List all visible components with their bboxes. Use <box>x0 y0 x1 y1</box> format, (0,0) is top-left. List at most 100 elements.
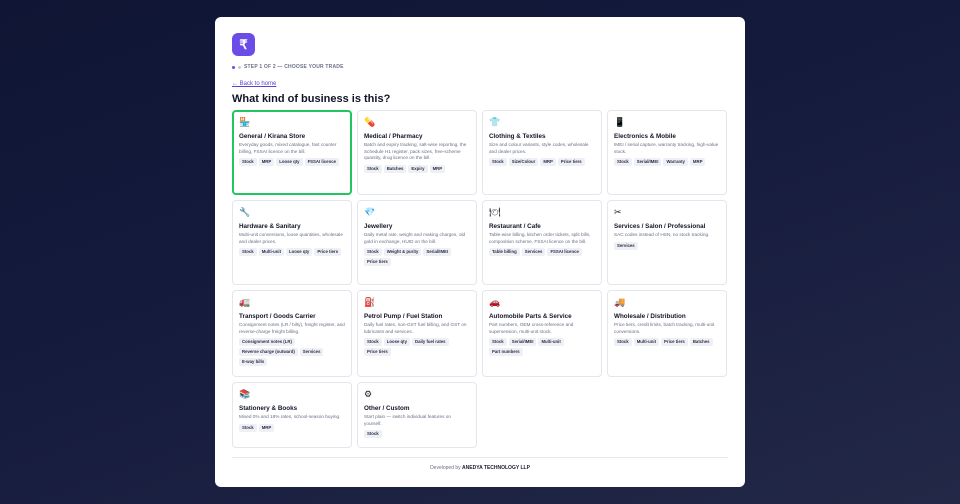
business-icon: 💎 <box>364 207 376 217</box>
feature-tag: Price tiers <box>364 348 391 357</box>
business-option-11[interactable]: 🚚 Wholesale / Distribution Price tiers, cr… <box>607 290 727 377</box>
feature-tags: Table billing Services FSSAI licence <box>489 248 595 257</box>
feature-tag: MRP <box>258 158 275 167</box>
business-name: Hardware & Sanitary <box>239 223 301 230</box>
business-description: Multi-unit conversions, loose quantities… <box>239 232 343 244</box>
business-name: Services / Salon / Professional <box>614 223 706 230</box>
feature-tags: Stock Size/Colour MRP Price tiers <box>489 158 595 167</box>
business-description: Consignment notes (LR / bilty), freight … <box>239 322 345 334</box>
footer: Developed by ANEDYA TECHNOLOGY LLP <box>232 457 728 471</box>
step-dot-active <box>232 65 235 69</box>
business-name: Electronics & Mobile <box>614 133 676 140</box>
business-type-grid: 🏪 General / Kirana Store Everyday goods, m… <box>232 110 728 448</box>
feature-tag: Warranty <box>663 158 688 167</box>
footer-company: ANEDYA TECHNOLOGY LLP <box>462 465 530 471</box>
back-to-home-link[interactable]: ← Back to home <box>232 81 728 87</box>
feature-tag: Loose qty <box>383 338 410 347</box>
business-name: General / Kirana Store <box>239 133 306 140</box>
business-option-13[interactable]: ⚙ Other / Custom Start plain — switch indi… <box>357 382 477 448</box>
business-name: Restaurant / Cafe <box>489 223 541 230</box>
business-option-5[interactable]: 💎 Jewellery Daily metal rate, weight and m… <box>357 200 477 285</box>
business-icon: 📚 <box>239 389 251 399</box>
footer-prefix: Developed by <box>430 465 461 471</box>
feature-tag: Multi-unit <box>258 248 285 257</box>
feature-tag: Stock <box>364 164 382 173</box>
feature-tag: Table billing <box>489 248 520 257</box>
feature-tag: Loose qty <box>276 158 303 167</box>
feature-tag: FSSAI licence <box>304 158 339 167</box>
business-description: IMEI / serial capture, warranty tracking… <box>614 142 719 154</box>
business-icon: 🚗 <box>489 297 501 307</box>
feature-tag: Stock <box>364 338 382 347</box>
business-option-2[interactable]: 👕 Clothing & Textiles Size and colour vari… <box>482 110 602 195</box>
business-option-12[interactable]: 📚 Stationery & Books Mixed 0% and 18% rate… <box>232 382 352 448</box>
business-icon: ⛽ <box>364 297 376 307</box>
business-name: Transport / Goods Carrier <box>239 313 316 320</box>
business-option-6[interactable]: 🍽 Restaurant / Cafe Table-wise billing, ki… <box>482 200 602 285</box>
business-icon: ⚙ <box>364 389 373 399</box>
business-icon: 🚛 <box>239 297 251 307</box>
business-description: Part numbers, OEM cross-reference and su… <box>489 322 574 334</box>
business-description: Batch and expiry tracking, salt-wise rep… <box>364 142 467 161</box>
business-name: Medical / Pharmacy <box>364 133 423 140</box>
feature-tag: Serial/IMEI <box>508 338 537 347</box>
feature-tag: Stock <box>489 338 507 347</box>
business-name: Wholesale / Distribution <box>614 313 686 320</box>
feature-tag: Part numbers <box>489 348 523 357</box>
business-description: Start plain — switch individual features… <box>364 414 452 426</box>
business-option-9[interactable]: ⛽ Petrol Pump / Fuel Station Daily fuel ra… <box>357 290 477 377</box>
business-description: Daily metal rate, weight and making char… <box>364 232 466 244</box>
business-name: Clothing & Textiles <box>489 133 546 140</box>
business-option-10[interactable]: 🚗 Automobile Parts & Service Part numbers,… <box>482 290 602 377</box>
business-name: Automobile Parts & Service <box>489 313 572 320</box>
feature-tag: Serial/IMEI <box>633 158 662 167</box>
business-option-7[interactable]: ✂ Services / Salon / Professional SAC code… <box>607 200 727 285</box>
business-option-3[interactable]: 📱 Electronics & Mobile IMEI / serial captu… <box>607 110 727 195</box>
feature-tags: Stock Loose qty Daily fuel rates Price tier… <box>364 338 470 357</box>
feature-tags: Services <box>614 241 720 250</box>
business-name: Petrol Pump / Fuel Station <box>364 313 443 320</box>
feature-tag: E-way bills <box>239 358 268 367</box>
feature-tag: Multi-unit <box>538 338 564 347</box>
feature-tag: Services <box>299 348 324 357</box>
onboarding-card: ₹ STEP 1 OF 2 — CHOOSE YOUR TRADE ← Back… <box>215 17 745 487</box>
feature-tag: Daily fuel rates <box>412 338 449 347</box>
feature-tag: FSSAI licence <box>547 248 582 257</box>
feature-tags: Stock Multi-unit Price tiers Batches <box>614 338 720 347</box>
business-name: Jewellery <box>364 223 393 230</box>
feature-tag: Stock <box>239 248 257 257</box>
feature-tag: Batches <box>689 338 713 347</box>
business-option-8[interactable]: 🚛 Transport / Goods Carrier Consignment no… <box>232 290 352 377</box>
feature-tag: MRP <box>258 423 275 432</box>
feature-tag: Stock <box>614 338 632 347</box>
feature-tag: MRP <box>540 158 556 167</box>
business-icon: 🏪 <box>239 117 251 127</box>
business-option-4[interactable]: 🔧 Hardware & Sanitary Multi-unit conversio… <box>232 200 352 285</box>
feature-tag: Size/Colour <box>508 158 539 167</box>
business-icon: ✂ <box>614 207 622 217</box>
business-option-1[interactable]: 💊 Medical / Pharmacy Batch and expiry trac… <box>357 110 477 195</box>
business-description: Daily fuel rates, non-GST fuel billing, … <box>364 322 467 334</box>
rupee-logo-icon: ₹ <box>232 33 255 56</box>
feature-tags: Stock MRP Loose qty FSSAI licence <box>239 158 345 167</box>
feature-tag: Stock <box>364 248 382 257</box>
feature-tags: Stock Batches Expiry MRP <box>364 164 470 173</box>
business-option-0[interactable]: 🏪 General / Kirana Store Everyday goods, m… <box>232 110 352 195</box>
feature-tag: Price tiers <box>364 258 391 267</box>
feature-tags: Stock Serial/IMEI Multi-unit Part numbers <box>489 338 595 357</box>
feature-tag: Stock <box>364 430 382 439</box>
business-icon: 💊 <box>364 117 376 127</box>
feature-tag: Batches <box>383 164 407 173</box>
feature-tag: Reverse charge (outward) <box>239 348 298 357</box>
business-icon: 🚚 <box>614 297 626 307</box>
feature-tag: Stock <box>614 158 632 167</box>
business-name: Stationery & Books <box>239 405 298 412</box>
feature-tag: Services <box>521 248 546 257</box>
feature-tag: Stock <box>239 423 257 432</box>
page-title: What kind of business is this? <box>232 93 391 105</box>
step-indicator: STEP 1 OF 2 — CHOOSE YOUR TRADE <box>232 64 728 70</box>
business-icon: 📱 <box>614 117 626 127</box>
feature-tag: MRP <box>689 158 706 167</box>
feature-tag: MRP <box>429 164 446 173</box>
feature-tag: Consignment notes (LR) <box>239 338 295 347</box>
